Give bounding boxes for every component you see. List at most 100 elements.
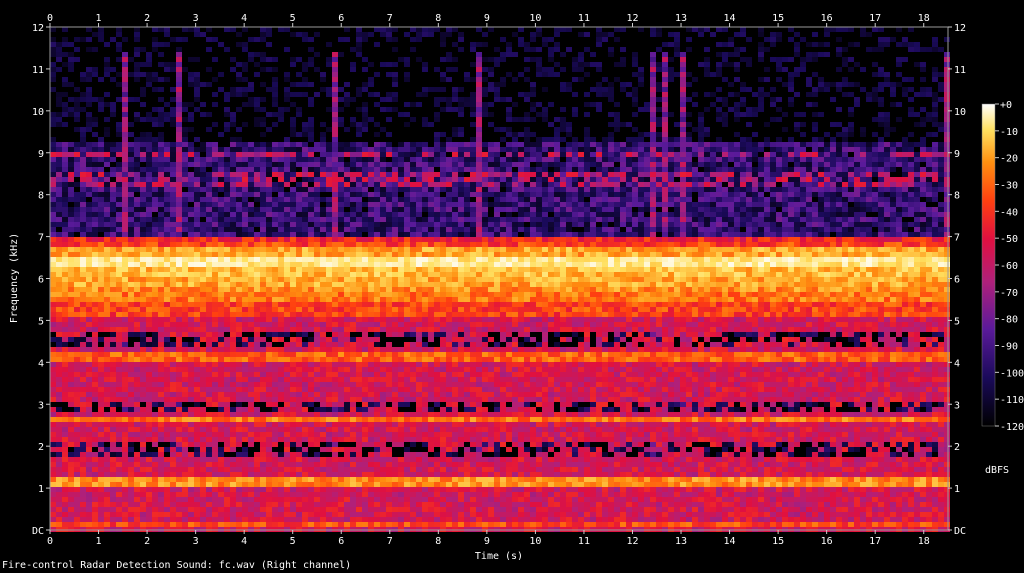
spectrogram-cell <box>164 162 170 167</box>
spectrogram-cell <box>278 197 284 202</box>
spectrogram-cell <box>188 262 194 267</box>
spectrogram-cell <box>326 277 332 282</box>
spectrogram-cell <box>314 287 320 292</box>
spectrogram-cell <box>236 402 242 407</box>
spectrogram-cell <box>284 232 290 237</box>
spectrogram-cell <box>176 377 182 382</box>
spectrogram-cell <box>86 127 92 132</box>
spectrogram-cell <box>80 512 86 517</box>
spectrogram-cell <box>386 197 392 202</box>
spectrogram-cell <box>110 182 116 187</box>
spectrogram-cell <box>188 72 194 77</box>
spectrogram-cell <box>344 492 350 497</box>
spectrogram-cell <box>332 387 338 392</box>
spectrogram-cell <box>218 172 224 177</box>
spectrogram-cell <box>122 412 128 417</box>
spectrogram-cell <box>290 177 296 182</box>
spectrogram-cell <box>176 242 182 247</box>
spectrogram-cell <box>80 392 86 397</box>
spectrogram-cell <box>188 422 194 427</box>
spectrogram-cell <box>242 272 248 277</box>
spectrogram-cell <box>68 507 74 512</box>
spectrogram-cell <box>260 177 266 182</box>
spectrogram-cell <box>356 417 362 422</box>
spectrogram-cell <box>152 287 158 292</box>
spectrogram-cell <box>296 457 302 462</box>
spectrogram-cell <box>320 352 326 357</box>
spectrogram-cell <box>98 402 104 407</box>
spectrogram-cell <box>164 387 170 392</box>
spectrogram-cell <box>134 292 140 297</box>
spectrogram-cell <box>260 322 266 327</box>
spectrogram-cell <box>158 387 164 392</box>
spectrogram-cell <box>254 322 260 327</box>
spectrogram-cell <box>302 227 308 232</box>
spectrogram-cell <box>140 352 146 357</box>
spectrogram-cell <box>392 352 398 357</box>
spectrogram-cell <box>248 357 254 362</box>
spectrogram-cell <box>290 277 296 282</box>
spectrogram-cell <box>350 432 356 437</box>
spectrogram-cell <box>128 492 134 497</box>
spectrogram-cell <box>68 192 74 197</box>
spectrogram-cell <box>284 282 290 287</box>
spectrogram-cell <box>218 387 224 392</box>
spectrogram-cell <box>74 162 80 167</box>
spectrogram-cell <box>104 237 110 242</box>
spectrogram-cell <box>200 347 206 352</box>
spectrogram-cell <box>296 497 302 502</box>
spectrogram-cell <box>296 392 302 397</box>
spectrogram-cell <box>326 382 332 387</box>
spectrogram-cell <box>140 287 146 292</box>
spectrogram-cell <box>332 462 338 467</box>
spectrogram-cell <box>212 187 218 192</box>
spectrogram-cell <box>146 452 152 457</box>
spectrogram-cell <box>260 387 266 392</box>
spectrogram-cell <box>176 57 182 62</box>
spectrogram-cell <box>314 312 320 317</box>
spectrogram-cell <box>104 517 110 522</box>
spectrogram-cell <box>158 512 164 517</box>
spectrogram-cell <box>128 367 134 372</box>
spectrogram-cell <box>152 222 158 227</box>
spectrogram-cell <box>110 372 116 377</box>
spectrogram-cell <box>338 277 344 282</box>
spectrogram-cell <box>230 27 236 32</box>
spectrogram-cell <box>344 307 350 312</box>
spectrogram-cell <box>356 482 362 487</box>
spectrogram-cell <box>176 222 182 227</box>
spectrogram-cell <box>362 122 368 127</box>
spectrogram-cell <box>242 262 248 267</box>
spectrogram-cell <box>188 147 194 152</box>
spectrogram-cell <box>278 377 284 382</box>
spectrogram-cell <box>230 232 236 237</box>
spectrogram-cell <box>386 182 392 187</box>
spectrogram-cell <box>206 312 212 317</box>
spectrogram-cell <box>338 462 344 467</box>
spectrogram-cell <box>224 522 230 527</box>
spectrogram-cell <box>392 357 398 362</box>
spectrogram-cell <box>116 287 122 292</box>
spectrogram-cell <box>224 152 230 157</box>
spectrogram-cell <box>320 402 326 407</box>
spectrogram-cell <box>104 202 110 207</box>
spectrogram-cell <box>122 112 128 117</box>
spectrogram-cell <box>308 57 314 62</box>
spectrogram-cell <box>356 127 362 132</box>
spectrogram-cell <box>302 447 308 452</box>
spectrogram-cell <box>314 232 320 237</box>
spectrogram-cell <box>362 397 368 402</box>
spectrogram-cell <box>338 502 344 507</box>
spectrogram-cell <box>164 42 170 47</box>
spectrogram-cell <box>194 237 200 242</box>
spectrogram-cell <box>398 267 404 272</box>
spectrogram-cell <box>110 422 116 427</box>
spectrogram-cell <box>206 467 212 472</box>
spectrogram-cell <box>266 487 272 492</box>
spectrogram-cell <box>308 137 314 142</box>
spectrogram-cell <box>266 32 272 37</box>
spectrogram-cell <box>296 272 302 277</box>
spectrogram-cell <box>296 237 302 242</box>
spectrogram-cell <box>152 202 158 207</box>
spectrogram-cell <box>230 147 236 152</box>
